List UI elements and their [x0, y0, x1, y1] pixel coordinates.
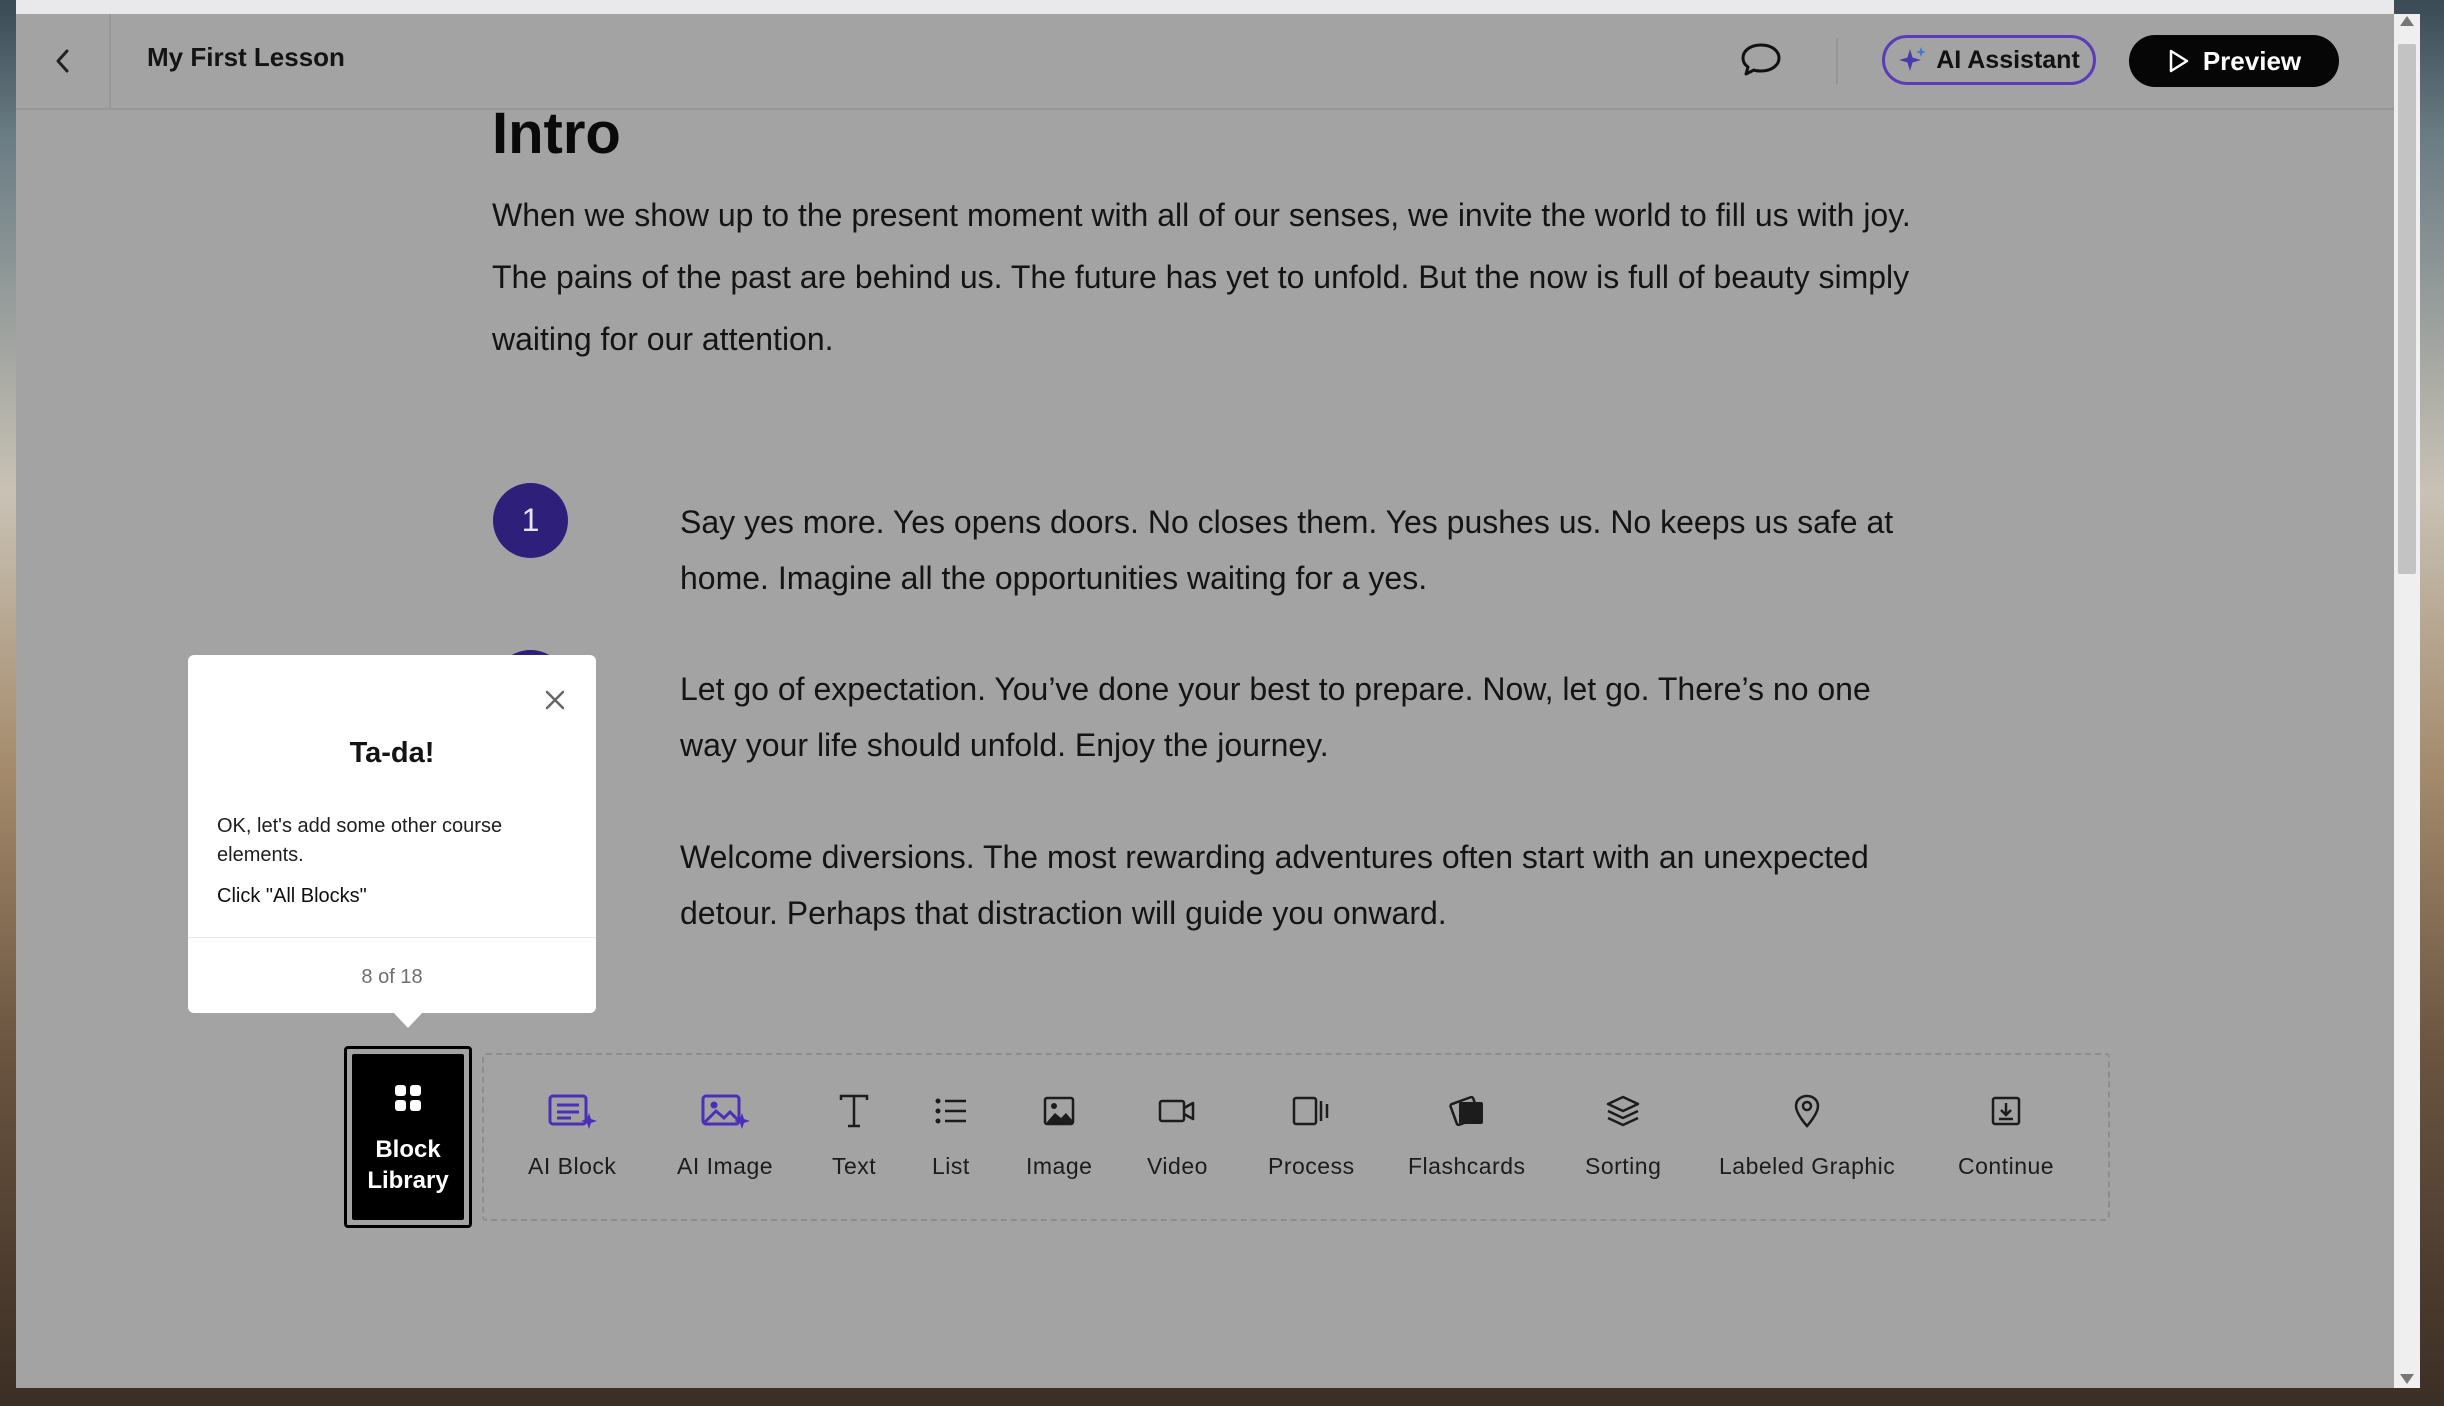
step-text: Say yes more. Yes opens doors. No closes… — [680, 504, 1894, 596]
popover-title: Ta-da! — [349, 737, 435, 769]
popover-instruction: Click "All Blocks" — [217, 885, 367, 907]
image-icon — [1043, 1096, 1075, 1126]
grid-icon — [395, 1085, 421, 1111]
tool-label: List — [932, 1153, 970, 1179]
close-button[interactable] — [540, 685, 570, 715]
tool-list[interactable]: List — [932, 1091, 970, 1180]
popover-divider — [188, 937, 596, 938]
chevron-left-icon — [56, 49, 68, 73]
tool-label: Process — [1268, 1153, 1355, 1179]
tool-label: AI Block — [528, 1153, 617, 1179]
onboarding-popover: Ta-da! OK, let's add some other course e… — [188, 655, 596, 1013]
tool-label: Sorting — [1585, 1153, 1662, 1179]
tool-sorting[interactable]: Sorting — [1585, 1091, 1661, 1180]
popover-arrow — [393, 1012, 423, 1028]
close-icon — [545, 690, 565, 710]
continue-icon — [1991, 1096, 2021, 1126]
video-icon — [1159, 1099, 1195, 1123]
list-icon — [935, 1098, 966, 1124]
preview-button[interactable]: Preview — [2129, 35, 2339, 87]
block-toolbar: AI Block AI Image Text List Image Video … — [482, 1053, 2110, 1221]
block-library-label: Block Library — [352, 1134, 464, 1196]
block-library-button[interactable]: Block Library — [352, 1054, 464, 1220]
window-top-border — [16, 0, 2394, 14]
flashcards-icon — [1449, 1095, 1483, 1127]
vertical-scrollbar[interactable] — [2394, 14, 2420, 1388]
lesson-header: My First Lesson AI Assistant Preview — [16, 14, 2394, 110]
app-window: My First Lesson AI Assistant Preview Int… — [16, 0, 2394, 1388]
block-library-label-line1: Block — [375, 1136, 441, 1163]
tool-image[interactable]: Image — [1026, 1091, 1092, 1180]
tool-label: Video — [1147, 1153, 1208, 1179]
map-pin-icon — [1794, 1094, 1820, 1128]
tool-label: Flashcards — [1408, 1153, 1526, 1179]
preview-label: Preview — [2202, 45, 2302, 76]
step-text: Let go of expectation. You’ve done your … — [680, 671, 1871, 763]
process-icon — [1293, 1096, 1329, 1126]
play-icon — [2169, 49, 2189, 73]
comment-icon — [1741, 43, 1781, 76]
tool-labeled-graphic[interactable]: Labeled Graphic — [1719, 1091, 1895, 1180]
section-title: Intro — [492, 101, 621, 166]
popover-body: OK, let's add some other course elements… — [217, 815, 503, 866]
tool-label: Continue — [1958, 1153, 2055, 1179]
tool-label: Labeled Graphic — [1719, 1153, 1896, 1179]
ai-assistant-button[interactable]: AI Assistant — [1882, 35, 2096, 85]
ai-assistant-label: AI Assistant — [1936, 45, 2080, 74]
tool-label: Image — [1026, 1153, 1093, 1179]
tool-process[interactable]: Process — [1268, 1091, 1355, 1180]
tool-label: Text — [832, 1153, 877, 1179]
back-button[interactable] — [16, 14, 111, 108]
step-text: Welcome diversions. The most rewarding a… — [680, 839, 1869, 931]
text-icon — [839, 1094, 869, 1128]
popover-step-counter: 8 of 18 — [361, 966, 423, 988]
scrollbar-thumb[interactable] — [2398, 44, 2416, 574]
tool-flashcards[interactable]: Flashcards — [1408, 1091, 1525, 1180]
tool-text[interactable]: Text — [832, 1091, 876, 1180]
intro-paragraph: When we show up to the present moment wi… — [492, 197, 1911, 357]
step-number-badge: 1 — [493, 483, 568, 558]
ai-image-icon — [701, 1094, 751, 1129]
sparkle-icon — [1899, 47, 1927, 71]
comments-button[interactable] — [1736, 36, 1786, 84]
scroll-down-arrow-icon[interactable] — [2400, 1374, 2414, 1384]
tool-ai-image[interactable]: AI Image — [677, 1091, 773, 1180]
scroll-up-arrow-icon[interactable] — [2400, 16, 2414, 26]
tool-continue[interactable]: Continue — [1958, 1091, 2054, 1180]
sorting-icon — [1606, 1095, 1640, 1127]
tool-ai-block[interactable]: AI Block — [528, 1091, 616, 1180]
ai-block-icon — [548, 1094, 598, 1129]
block-library-label-line2: Library — [367, 1167, 449, 1194]
lesson-title: My First Lesson — [147, 42, 345, 72]
header-divider — [1836, 38, 1838, 84]
tool-label: AI Image — [677, 1153, 774, 1179]
tool-video[interactable]: Video — [1147, 1091, 1208, 1180]
